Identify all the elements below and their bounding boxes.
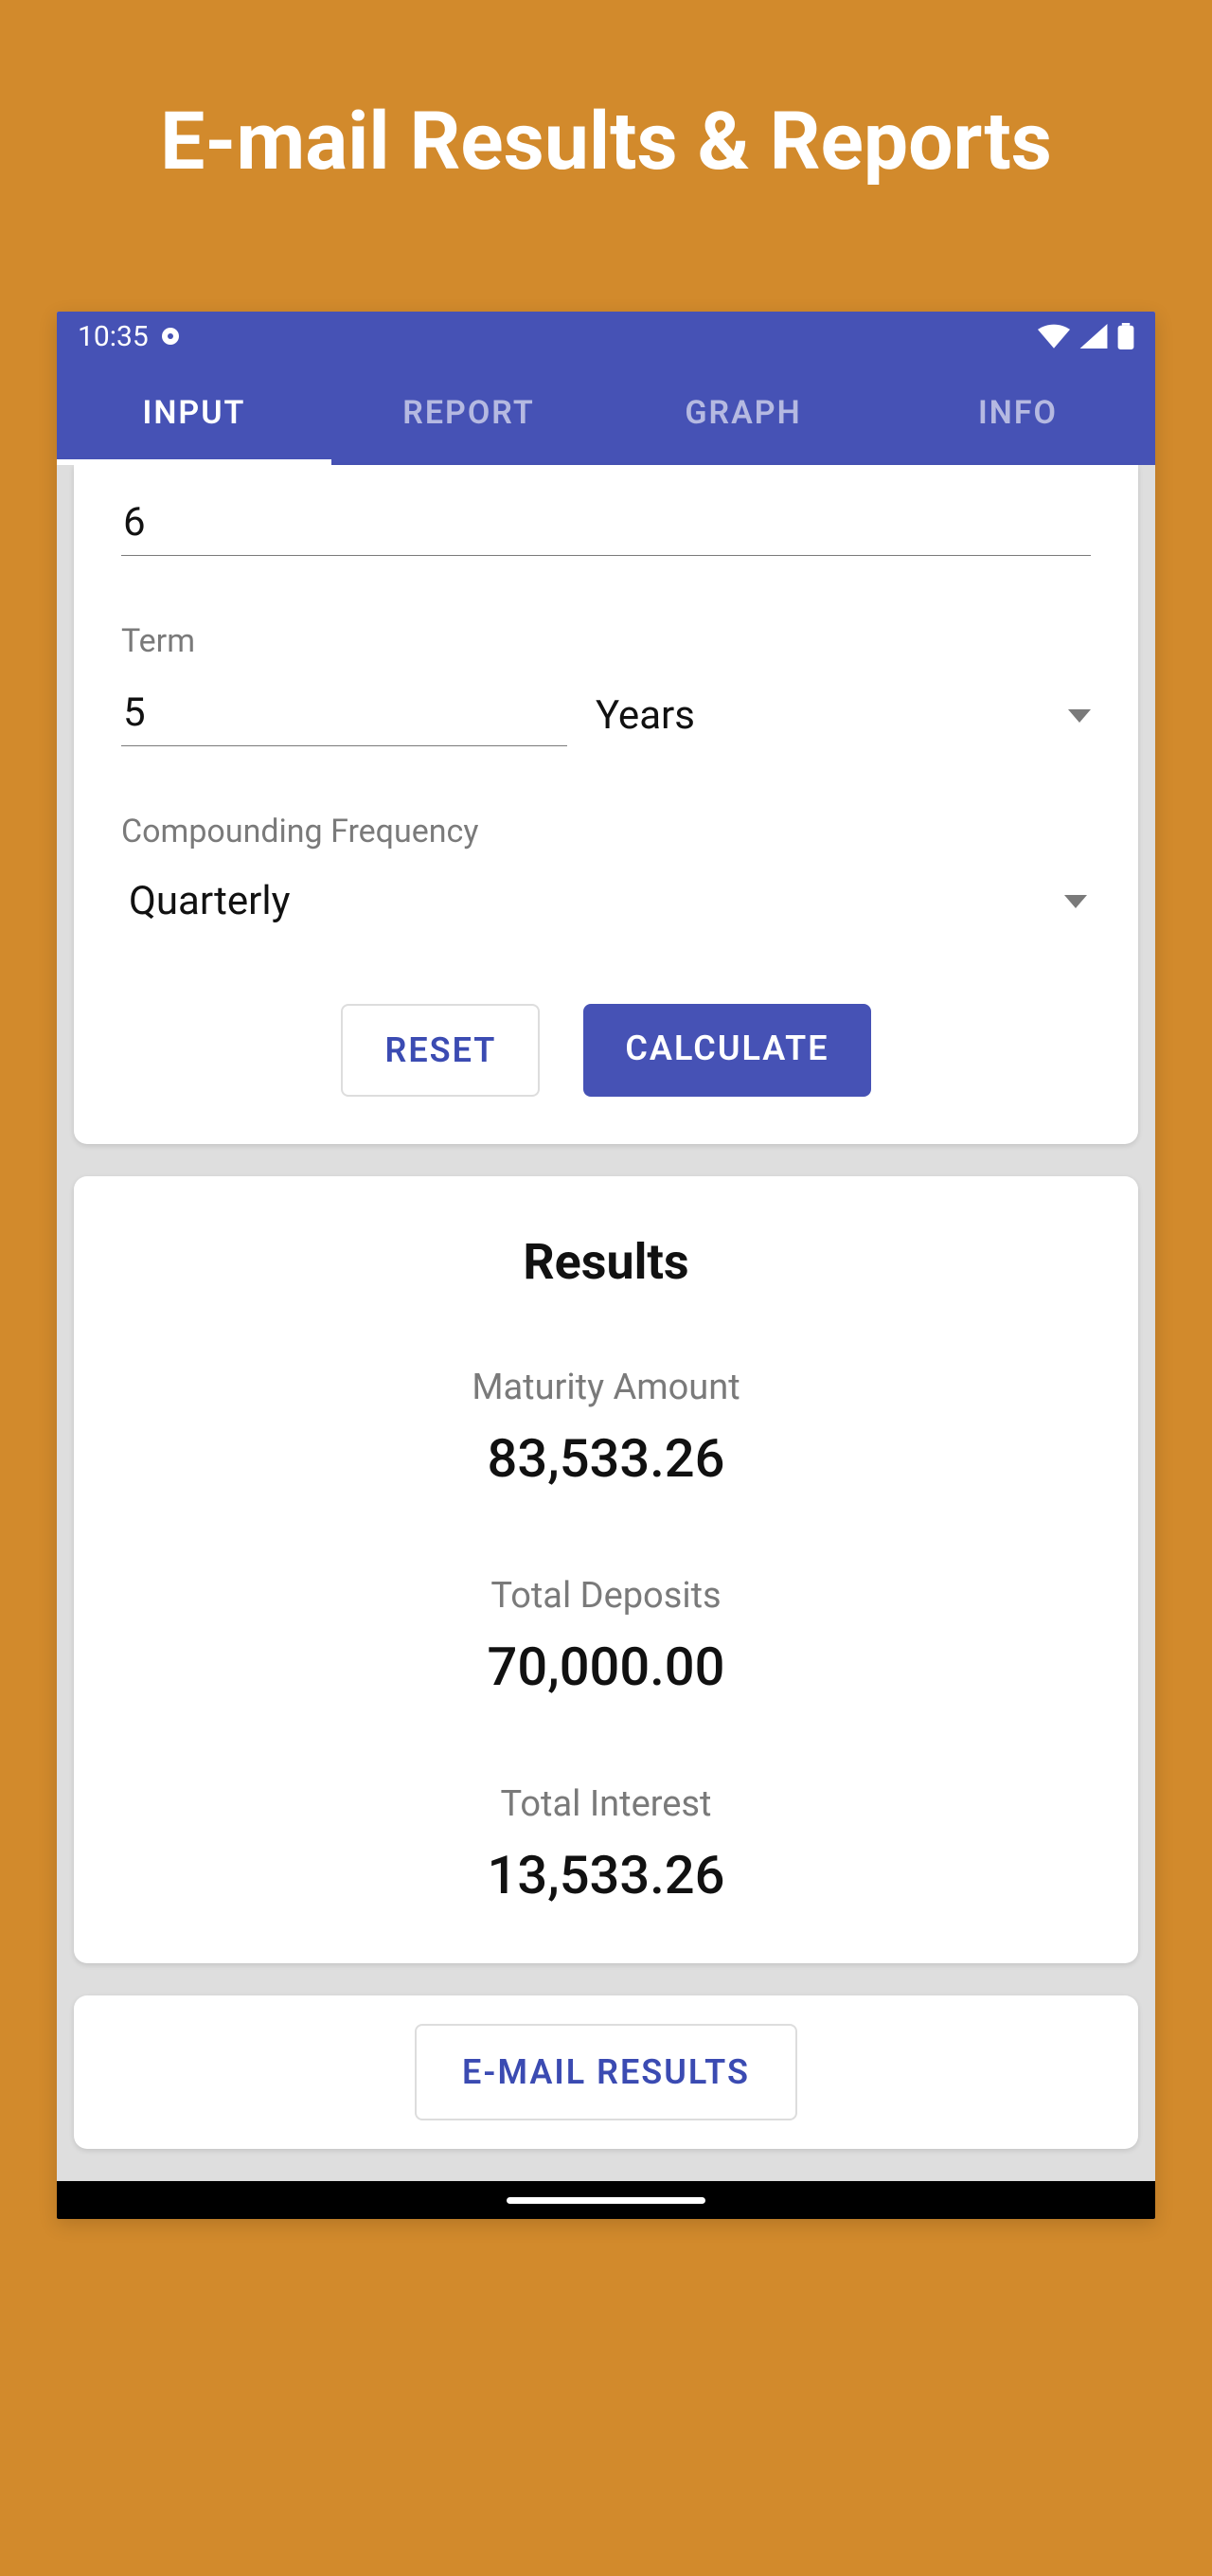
- deposits-value: 70,000.00: [112, 1636, 1100, 1698]
- status-bar: 10:35: [57, 312, 1155, 361]
- email-results-button[interactable]: E-MAIL RESULTS: [415, 2024, 797, 2120]
- phone-frame: 10:35 INPUT REPORT GRAPH INFO 6 Term 5 Y…: [57, 312, 1155, 2219]
- compounding-select[interactable]: Quarterly: [121, 874, 1091, 928]
- maturity-value: 83,533.26: [112, 1427, 1100, 1490]
- term-label: Term: [121, 622, 1091, 660]
- compounding-label: Compounding Frequency: [121, 813, 1091, 850]
- interest-value: 13,533.26: [112, 1844, 1100, 1906]
- tab-report[interactable]: REPORT: [331, 361, 606, 465]
- term-unit-select[interactable]: Years: [596, 692, 1091, 746]
- page-title: E-mail Results & Reports: [57, 95, 1155, 188]
- wifi-icon: [1038, 324, 1070, 349]
- signal-icon: [1079, 324, 1108, 349]
- disc-icon: [162, 328, 179, 345]
- calculate-button[interactable]: CALCULATE: [583, 1004, 870, 1097]
- deposits-label: Total Deposits: [112, 1575, 1100, 1617]
- results-title: Results: [112, 1233, 1100, 1291]
- rate-field[interactable]: 6: [121, 493, 1091, 556]
- maturity-label: Maturity Amount: [112, 1367, 1100, 1408]
- results-card: Results Maturity Amount 83,533.26 Total …: [74, 1176, 1138, 1963]
- term-field[interactable]: 5: [121, 684, 567, 746]
- term-unit-value: Years: [596, 692, 695, 739]
- tab-graph[interactable]: GRAPH: [606, 361, 881, 465]
- home-indicator[interactable]: [507, 2197, 705, 2204]
- tab-input[interactable]: INPUT: [57, 361, 331, 465]
- battery-icon: [1117, 323, 1134, 349]
- android-nav-bar: [57, 2181, 1155, 2219]
- input-card: 6 Term 5 Years Compounding Frequency Qua…: [74, 465, 1138, 1144]
- chevron-down-icon: [1068, 709, 1091, 723]
- email-card: E-MAIL RESULTS: [74, 1995, 1138, 2149]
- status-time: 10:35: [78, 320, 149, 353]
- chevron-down-icon: [1064, 895, 1087, 908]
- tab-info[interactable]: INFO: [881, 361, 1155, 465]
- content-scroll[interactable]: 6 Term 5 Years Compounding Frequency Qua…: [57, 465, 1155, 2149]
- compounding-value: Quarterly: [129, 878, 290, 924]
- reset-button[interactable]: RESET: [341, 1004, 540, 1097]
- tab-bar: INPUT REPORT GRAPH INFO: [57, 361, 1155, 465]
- interest-label: Total Interest: [112, 1783, 1100, 1825]
